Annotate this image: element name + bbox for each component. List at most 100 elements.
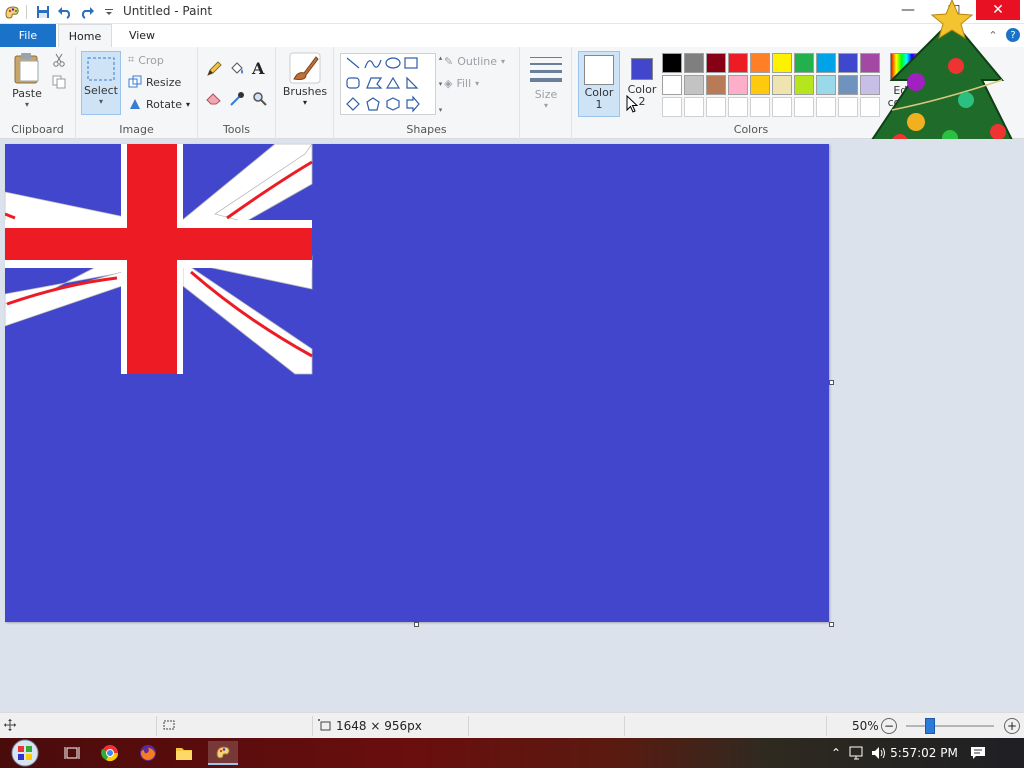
color-palette: [662, 53, 880, 117]
chevron-down-icon: ▾: [24, 100, 29, 109]
selection-size-icon: [162, 719, 176, 734]
palette-swatch[interactable]: [684, 75, 704, 95]
palette-swatch[interactable]: [816, 53, 836, 73]
zoom-slider-track[interactable]: [906, 725, 994, 727]
show-hidden-icons-icon[interactable]: ⌃: [826, 746, 846, 760]
paint-app-icon[interactable]: [2, 2, 22, 22]
palette-swatch[interactable]: [772, 53, 792, 73]
eraser-icon[interactable]: [206, 91, 222, 108]
brushes-button[interactable]: Brushes ▾: [282, 51, 328, 115]
file-explorer-icon[interactable]: [172, 741, 196, 765]
quick-access-toolbar: [0, 0, 119, 24]
drawing-canvas[interactable]: [5, 144, 829, 622]
file-menu-button[interactable]: File: [0, 24, 56, 47]
zoom-slider-thumb[interactable]: [924, 718, 935, 734]
zoom-out-button[interactable]: −: [881, 718, 897, 734]
resize-icon: [128, 75, 142, 88]
palette-swatch[interactable]: [794, 75, 814, 95]
task-view-icon[interactable]: [60, 741, 84, 765]
custom-color-slot[interactable]: [728, 97, 748, 117]
taskbar: ⌃ 5:57:02 PM: [0, 738, 1024, 768]
magnifier-icon[interactable]: [252, 91, 268, 110]
window-title: Untitled - Paint: [123, 4, 213, 18]
palette-swatch[interactable]: [728, 75, 748, 95]
chevron-up-icon[interactable]: ▴: [439, 54, 443, 62]
tab-home[interactable]: Home: [58, 24, 112, 47]
paste-button[interactable]: Paste ▾: [8, 51, 46, 115]
custom-color-slot[interactable]: [750, 97, 770, 117]
volume-icon[interactable]: [868, 746, 890, 760]
canvas-resize-handle-corner[interactable]: [829, 622, 834, 627]
chevron-down-icon: ▾: [501, 57, 506, 66]
select-icon: [87, 57, 115, 81]
rotate-button[interactable]: Rotate ▾: [128, 97, 190, 111]
customize-qat-icon[interactable]: [99, 2, 119, 22]
plus-icon: +: [1006, 719, 1018, 733]
copy-icon[interactable]: [52, 75, 66, 92]
palette-swatch[interactable]: [662, 75, 682, 95]
start-button[interactable]: [6, 738, 44, 768]
chevron-down-icon: ▾: [543, 101, 548, 110]
shapes-gallery[interactable]: ▴ ▾ ▾: [340, 53, 442, 115]
palette-swatch[interactable]: [838, 53, 858, 73]
fill-button[interactable]: ◈ Fill ▾: [444, 77, 479, 90]
taskbar-clock[interactable]: 5:57:02 PM: [890, 746, 958, 760]
crop-label: Crop: [138, 53, 164, 67]
custom-color-slot[interactable]: [684, 97, 704, 117]
palette-swatch[interactable]: [706, 75, 726, 95]
crop-button[interactable]: ⌗ Crop: [128, 53, 164, 67]
rotate-icon: [130, 99, 140, 109]
outline-button[interactable]: ✎ Outline ▾: [444, 55, 505, 68]
palette-swatch[interactable]: [706, 53, 726, 73]
size-button[interactable]: Size ▾: [526, 51, 566, 115]
palette-swatch[interactable]: [750, 53, 770, 73]
zoom-in-button[interactable]: +: [1004, 718, 1020, 734]
paint-taskbar-icon[interactable]: [208, 741, 238, 765]
canvas-resize-handle-bottom[interactable]: [414, 622, 419, 627]
custom-color-slot[interactable]: [772, 97, 792, 117]
resize-button[interactable]: Resize: [128, 75, 181, 89]
brushes-group: Brushes ▾: [276, 47, 334, 139]
fill-bucket-icon[interactable]: [229, 61, 245, 80]
custom-color-slot[interactable]: [706, 97, 726, 117]
save-icon[interactable]: [33, 2, 53, 22]
palette-swatch[interactable]: [728, 53, 748, 73]
custom-color-slot[interactable]: [838, 97, 858, 117]
brushes-label: Brushes: [282, 85, 328, 98]
color1-button[interactable]: Color 1: [578, 51, 620, 117]
network-icon[interactable]: [846, 746, 868, 760]
undo-icon[interactable]: [55, 2, 75, 22]
chrome-icon[interactable]: [98, 741, 122, 765]
action-center-icon[interactable]: [958, 746, 998, 760]
brush-icon: [289, 52, 321, 84]
palette-swatch[interactable]: [816, 75, 836, 95]
chevron-down-icon[interactable]: ▾: [439, 80, 443, 88]
redo-icon[interactable]: [77, 2, 97, 22]
chevron-down-icon: ▾: [302, 98, 307, 107]
custom-color-slot[interactable]: [662, 97, 682, 117]
select-button[interactable]: Select ▾: [81, 51, 121, 115]
image-dimensions: 1648 × 956px: [336, 719, 422, 733]
palette-swatch[interactable]: [772, 75, 792, 95]
minus-icon: −: [883, 719, 895, 733]
text-tool-icon[interactable]: A: [252, 59, 264, 78]
chevron-down-icon: ▾: [98, 97, 103, 106]
palette-swatch[interactable]: [838, 75, 858, 95]
palette-swatch[interactable]: [794, 53, 814, 73]
custom-color-slot[interactable]: [816, 97, 836, 117]
canvas-resize-handle-right[interactable]: [829, 380, 834, 385]
cut-icon[interactable]: [52, 53, 66, 70]
more-icon[interactable]: ▾: [439, 106, 443, 114]
tools-group-label: Tools: [222, 123, 251, 136]
palette-swatch[interactable]: [750, 75, 770, 95]
shapes-group-label: Shapes: [406, 123, 447, 136]
firefox-icon[interactable]: [136, 741, 160, 765]
palette-swatch[interactable]: [662, 53, 682, 73]
flag-drawing: [5, 144, 313, 375]
size-label: Size: [534, 88, 558, 101]
tab-view[interactable]: View: [116, 24, 168, 47]
color-picker-icon[interactable]: [229, 91, 245, 110]
pencil-icon[interactable]: [206, 61, 222, 80]
palette-swatch[interactable]: [684, 53, 704, 73]
custom-color-slot[interactable]: [794, 97, 814, 117]
